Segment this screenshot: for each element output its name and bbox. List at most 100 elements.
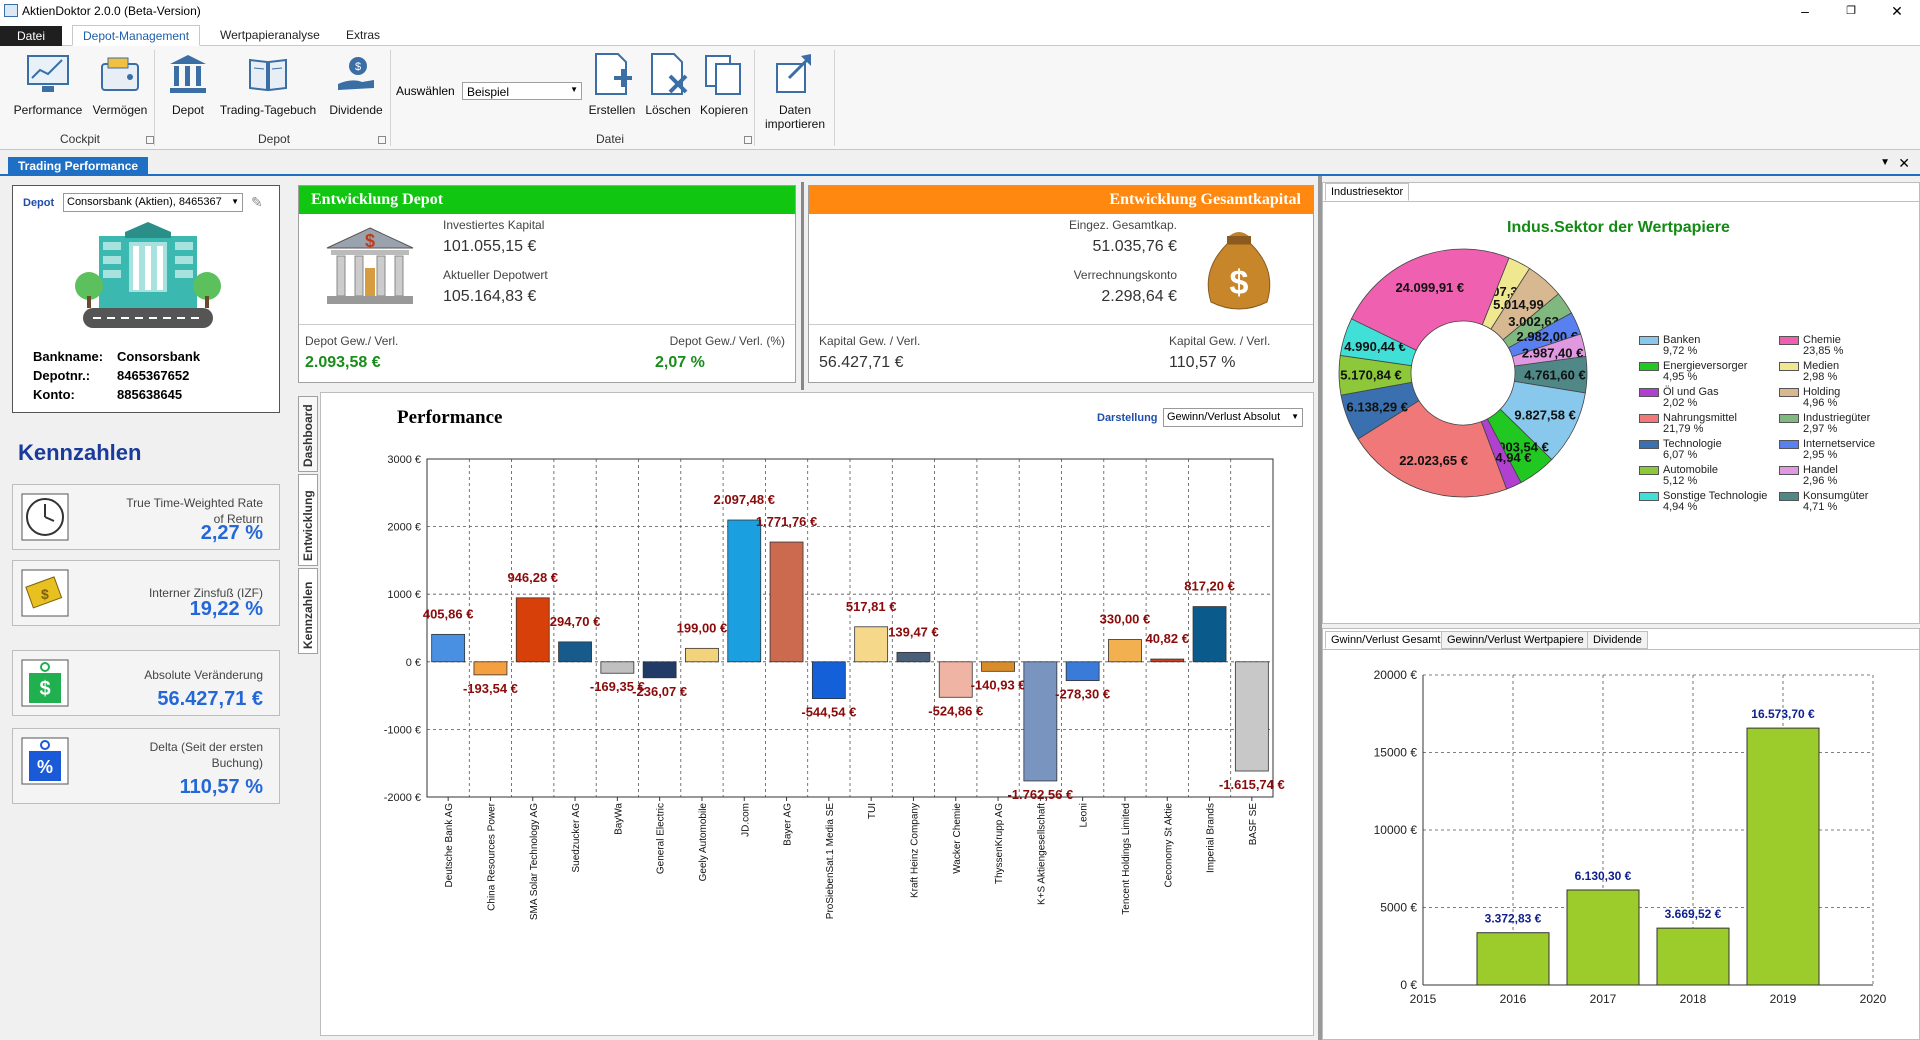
- edit-pencil-icon[interactable]: ✎: [251, 194, 263, 211]
- depot-launcher-icon[interactable]: [378, 136, 386, 144]
- tab-kennzahlen[interactable]: Kennzahlen: [298, 568, 318, 654]
- data-label: 817,20 €: [1184, 579, 1235, 594]
- performance-button[interactable]: Performance: [12, 52, 84, 117]
- data-label: 946,28 €: [507, 570, 558, 585]
- vermoegen-button[interactable]: Vermögen: [88, 52, 152, 117]
- industrie-panel: Industriesektor Indus.Sektor der Wertpap…: [1322, 182, 1920, 624]
- tab-dividende[interactable]: Dividende: [1587, 631, 1648, 649]
- entwicklung-depot-title: Entwicklung Depot: [299, 186, 795, 214]
- loeschen-button[interactable]: Löschen: [640, 52, 696, 117]
- bank-building-illustration: [75, 222, 221, 328]
- legend-item: Chemie 23,85 %: [1779, 335, 1917, 359]
- wallet-icon: [101, 57, 139, 91]
- x-tick-label: JD.com: [740, 803, 751, 837]
- ribbon-tabs: Datei Depot-Management Wertpapieranalyse…: [0, 22, 1920, 47]
- title-bar: AktienDoktor 2.0.0 (Beta-Version) – ❐ ✕: [0, 0, 1920, 22]
- daten-importieren-button[interactable]: Daten importieren: [760, 52, 830, 131]
- restore-button[interactable]: ❐: [1828, 0, 1874, 22]
- dividende-button[interactable]: $ Dividende: [324, 52, 388, 117]
- erstellen-button[interactable]: Erstellen: [584, 52, 640, 117]
- group-depot-label: Depot: [258, 132, 291, 146]
- pie-data-label: 6.138,29 €: [1347, 399, 1408, 414]
- auswaehlen-label: Auswählen: [396, 84, 455, 98]
- kopieren-button[interactable]: Kopieren: [696, 52, 752, 117]
- depot-button[interactable]: Depot: [162, 52, 214, 117]
- tab-dropdown-icon[interactable]: ▼: [1880, 157, 1890, 168]
- x-tick-label: Suedzucker AG: [571, 803, 582, 873]
- money-icon: $: [21, 569, 69, 617]
- investiert-label: Investiertes Kapital: [443, 218, 545, 232]
- legend-item: Banken 9,72 %: [1639, 335, 1777, 359]
- bar: [981, 661, 1015, 672]
- darstellung-select[interactable]: Gewinn/Verlust Absolut ▼: [1163, 408, 1303, 427]
- x-tick-label: China Resources Power: [486, 802, 497, 910]
- kpi-delta: % Delta (Seit der ersten Buchung) 110,57…: [12, 728, 280, 804]
- legend-swatch: [1639, 336, 1659, 345]
- dollar-tag-icon: $: [21, 659, 69, 707]
- kpi-absolut: $ Absolute Veränderung 56.427,71 €: [12, 650, 280, 716]
- tab-datei[interactable]: Datei: [0, 26, 62, 47]
- auswaehlen-dropdown[interactable]: Beispiel ▼: [462, 82, 582, 100]
- bar: [727, 519, 762, 663]
- chart-monitor-icon: [27, 55, 69, 92]
- bar: [1023, 661, 1058, 782]
- cockpit-launcher-icon[interactable]: [146, 136, 154, 144]
- legend-pct: 23,85 %: [1803, 345, 1844, 357]
- tab-wertpapieranalyse[interactable]: Wertpapieranalyse: [210, 25, 330, 46]
- minimize-button[interactable]: –: [1782, 0, 1828, 22]
- legend-swatch: [1779, 440, 1799, 449]
- kennzahlen-title: Kennzahlen: [18, 440, 142, 465]
- bar: [1108, 639, 1142, 663]
- konto-label: Konto:: [33, 387, 75, 402]
- x-tick-label: Leoni: [1079, 803, 1090, 827]
- depotnr-value: 8465367652: [117, 368, 190, 383]
- trading-tagebuch-button[interactable]: Trading-Tagebuch: [216, 52, 320, 117]
- legend-item: Nahrungsmittel 21,79 %: [1639, 413, 1777, 437]
- group-datei-label: Datei: [596, 132, 625, 146]
- x-tick-label: BASF SE: [1248, 803, 1259, 846]
- legend-swatch: [1639, 362, 1659, 371]
- tab-dashboard[interactable]: Dashboard: [298, 396, 318, 472]
- data-label: -236,07 €: [632, 684, 687, 699]
- delete-document-icon: [651, 53, 688, 95]
- legend-swatch: [1639, 388, 1659, 397]
- pie-data-label: 4.990,44 €: [1344, 339, 1405, 354]
- data-label: -1.615,74 €: [1219, 777, 1285, 792]
- legend-swatch: [1779, 388, 1799, 397]
- legend-item: Handel 2,96 %: [1779, 465, 1917, 489]
- tab-gwinn-verlust-gesamt[interactable]: Gwinn/Verlust Gesamt: [1325, 631, 1447, 649]
- chevron-down-icon: ▼: [1291, 412, 1299, 421]
- tab-gewinn-verlust-wertpapiere[interactable]: Gewinn/Verlust Wertpapiere: [1441, 631, 1590, 649]
- kpi-ttwror: True Time-Weighted Rate of Return 2,27 %: [12, 484, 280, 550]
- kapital-gvp-value: 110,57 %: [1169, 354, 1236, 371]
- tab-trading-performance[interactable]: Trading Performance: [8, 157, 149, 176]
- x-tick-label: Ceconomy St Aktie: [1163, 803, 1174, 888]
- bar: [896, 651, 931, 663]
- legend-item: Holding 4,96 %: [1779, 387, 1917, 411]
- close-button[interactable]: ✕: [1874, 0, 1920, 22]
- bank-icon: [170, 55, 206, 93]
- document-tab-bar: Trading Performance ▼ ✕: [0, 154, 1920, 176]
- tab-close-icon[interactable]: ✕: [1898, 155, 1910, 172]
- legend-item: Medien 2,98 %: [1779, 361, 1917, 385]
- depot-select[interactable]: Consorsbank (Aktien), 8465367 ▼: [63, 193, 243, 212]
- x-tick-label: General Electric: [656, 803, 667, 874]
- bar: [642, 661, 677, 679]
- percent-tag-icon: %: [21, 737, 69, 785]
- x-tick-label: Tencent Holdings Limited: [1121, 803, 1132, 915]
- tab-entwicklung[interactable]: Entwicklung: [298, 474, 318, 566]
- industrie-pie-chart: 3.007,34 €5.014,99 €3.002,63 €2.982,00 €…: [1338, 248, 1588, 498]
- svg-text:$: $: [41, 586, 49, 602]
- legend-item: Technologie 6,07 %: [1639, 439, 1777, 463]
- tab-extras[interactable]: Extras: [336, 25, 390, 46]
- performance-bar-chart: 3000 € 2000 € 1000 € 0 € -1000 € -2000 € 405,8…: [384, 454, 1285, 920]
- y-tick-label: 1000 €: [387, 589, 421, 601]
- tab-industriesektor[interactable]: Industriesektor: [1325, 183, 1410, 201]
- pie-data-label: 24.099,91 €: [1395, 280, 1464, 295]
- data-label: 16.573,70 €: [1751, 707, 1815, 721]
- tab-depot-management[interactable]: Depot-Management: [72, 25, 201, 46]
- entwicklung-gesamt-title: Entwicklung Gesamtkapital: [809, 186, 1313, 214]
- legend-item: Sonstige Technologie 4,94 %: [1639, 491, 1777, 515]
- datei-launcher-icon[interactable]: [744, 136, 752, 144]
- depot-panel: Depot Consorsbank (Aktien), 8465367 ▼ ✎ …: [12, 185, 280, 413]
